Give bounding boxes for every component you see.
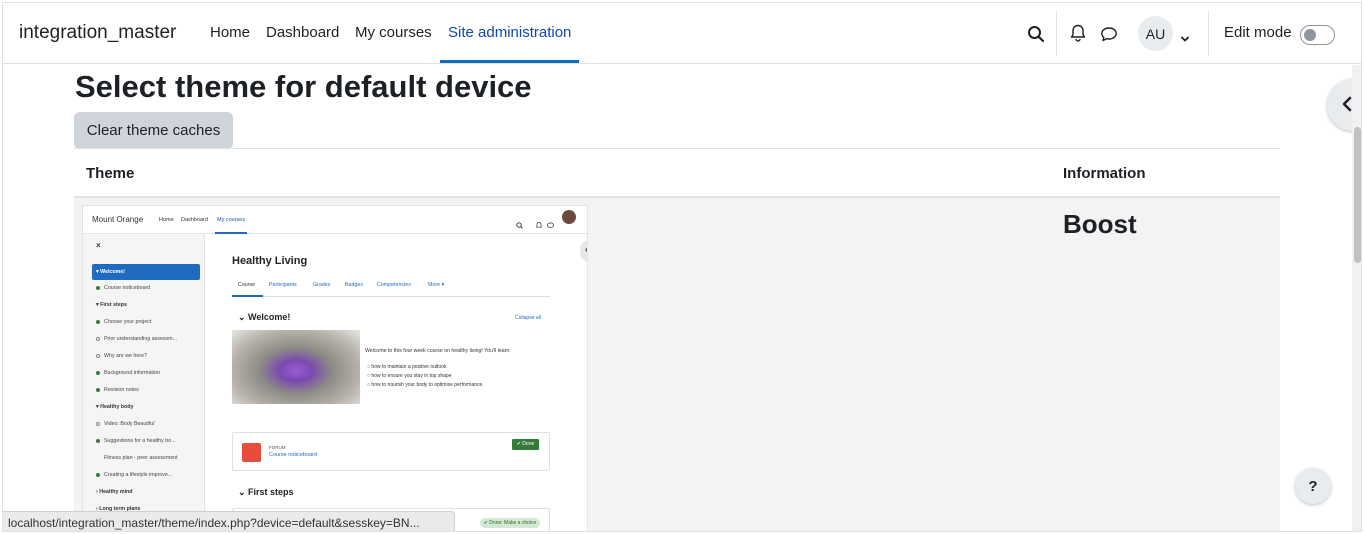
browser-viewport: integration_master Home Dashboard My cou… bbox=[2, 2, 1362, 532]
nav-home[interactable]: Home bbox=[210, 24, 250, 41]
navbar-divider bbox=[1208, 11, 1209, 56]
page-scrollbar[interactable] bbox=[1352, 65, 1361, 531]
theme-preview-image[interactable]: Mount Orange Home Dashboard My courses ×… bbox=[82, 205, 588, 531]
preview-index-item: Prior understanding assessm... bbox=[96, 336, 177, 342]
preview-drawer-toggle: ‹ bbox=[580, 240, 587, 262]
scrollbar-thumb[interactable] bbox=[1354, 127, 1361, 263]
active-nav-indicator bbox=[440, 60, 579, 63]
preview-section-title: ⌄ First steps bbox=[238, 487, 294, 497]
preview-index-item: Choose your project bbox=[96, 319, 151, 325]
preview-nav-indicator bbox=[215, 232, 247, 234]
preview-done-choice-badge: ✔ Done: Make a choice bbox=[480, 518, 540, 528]
site-brand[interactable]: integration_master bbox=[19, 22, 176, 44]
preview-lotus-image bbox=[232, 330, 360, 404]
preview-tab: Participants bbox=[269, 282, 297, 288]
preview-close-icon: × bbox=[96, 241, 101, 250]
preview-bell-icon bbox=[535, 216, 543, 234]
search-icon[interactable] bbox=[1027, 25, 1045, 48]
preview-brand: Mount Orange bbox=[92, 215, 144, 224]
preview-course-index: × ▾ Welcome! Course noticeboard ▾ First … bbox=[83, 234, 205, 531]
bell-icon[interactable] bbox=[1070, 24, 1086, 47]
table-top-border bbox=[74, 148, 1280, 149]
browser-status-url: localhost/integration_master/theme/index… bbox=[3, 511, 455, 531]
preview-index-item: Fitness plan - peer assessment bbox=[104, 455, 178, 461]
preview-intro-text: Welcome to this four week course on heal… bbox=[365, 348, 511, 354]
preview-index-item: Why are we here? bbox=[96, 353, 147, 359]
preview-index-item: ▾ First steps bbox=[96, 302, 127, 308]
preview-nav-home: Home bbox=[159, 217, 174, 223]
preview-navbar: Mount Orange Home Dashboard My courses bbox=[83, 206, 587, 234]
preview-index-item: Revision notes bbox=[96, 387, 139, 393]
user-avatar[interactable]: AU bbox=[1138, 16, 1173, 51]
preview-activity-card: FORUM Course noticeboard ✔ Done bbox=[232, 432, 550, 471]
theme-name: Boost bbox=[1063, 209, 1137, 239]
column-header-theme: Theme bbox=[86, 165, 135, 182]
preview-index-item: ▾ Healthy body bbox=[96, 404, 134, 410]
preview-collapse-all: Collapse all bbox=[515, 315, 541, 321]
preview-index-item: Video: Body Beautiful bbox=[96, 421, 155, 427]
preview-done-badge: ✔ Done bbox=[512, 439, 539, 450]
preview-tab: More ▾ bbox=[428, 282, 445, 288]
preview-nav-my-courses: My courses bbox=[217, 217, 246, 223]
preview-tab-indicator bbox=[232, 295, 263, 297]
chevron-down-icon[interactable] bbox=[1180, 30, 1190, 48]
nav-dashboard[interactable]: Dashboard bbox=[266, 24, 339, 41]
top-navbar: integration_master Home Dashboard My cou… bbox=[3, 3, 1361, 64]
preview-search-icon bbox=[516, 216, 523, 234]
chat-icon[interactable] bbox=[1100, 26, 1118, 47]
preview-index-item: ▾ Welcome! bbox=[92, 264, 200, 280]
toggle-knob bbox=[1304, 29, 1316, 41]
preview-forum-icon bbox=[242, 443, 261, 462]
preview-section-title: ⌄ Welcome! bbox=[238, 312, 291, 322]
preview-bullet: ○ how to nourish your body to optimise p… bbox=[367, 382, 484, 388]
preview-tab: Competencies bbox=[377, 282, 411, 288]
preview-bullet: ○ how to ensure you stay in top shape bbox=[367, 373, 452, 379]
preview-index-item: Background information bbox=[96, 370, 160, 376]
edit-mode-label: Edit mode bbox=[1224, 24, 1292, 41]
edit-mode-toggle[interactable] bbox=[1300, 25, 1335, 45]
preview-tab: Grades bbox=[313, 282, 331, 288]
clear-theme-caches-button[interactable]: Clear theme caches bbox=[74, 112, 233, 149]
preview-index-item: Creating a lifestyle improve... bbox=[96, 472, 172, 478]
preview-course-title: Healthy Living bbox=[232, 255, 308, 267]
preview-tab: Course bbox=[238, 282, 256, 288]
preview-avatar bbox=[562, 210, 576, 224]
preview-index-item: Suggestions for a healthy bo... bbox=[96, 438, 176, 444]
preview-nav-dashboard: Dashboard bbox=[181, 217, 208, 223]
nav-site-administration[interactable]: Site administration bbox=[448, 24, 571, 41]
preview-index-item: › Healthy mind bbox=[96, 489, 133, 495]
preview-index-item: Course noticeboard bbox=[96, 285, 150, 291]
navbar-divider bbox=[1056, 11, 1057, 56]
preview-forum-link: Course noticeboard bbox=[269, 452, 318, 458]
preview-chat-icon bbox=[547, 216, 554, 234]
preview-tab-divider bbox=[232, 296, 550, 297]
nav-my-courses[interactable]: My courses bbox=[355, 24, 432, 41]
preview-bullet: ○ how to maintain a positive outlook bbox=[367, 364, 447, 370]
page-title: Select theme for default device bbox=[75, 69, 532, 104]
preview-tab: Badges bbox=[345, 282, 363, 288]
help-button[interactable]: ? bbox=[1295, 468, 1331, 504]
column-header-information: Information bbox=[1063, 165, 1146, 182]
preview-forum-label: FORUM bbox=[269, 445, 286, 450]
